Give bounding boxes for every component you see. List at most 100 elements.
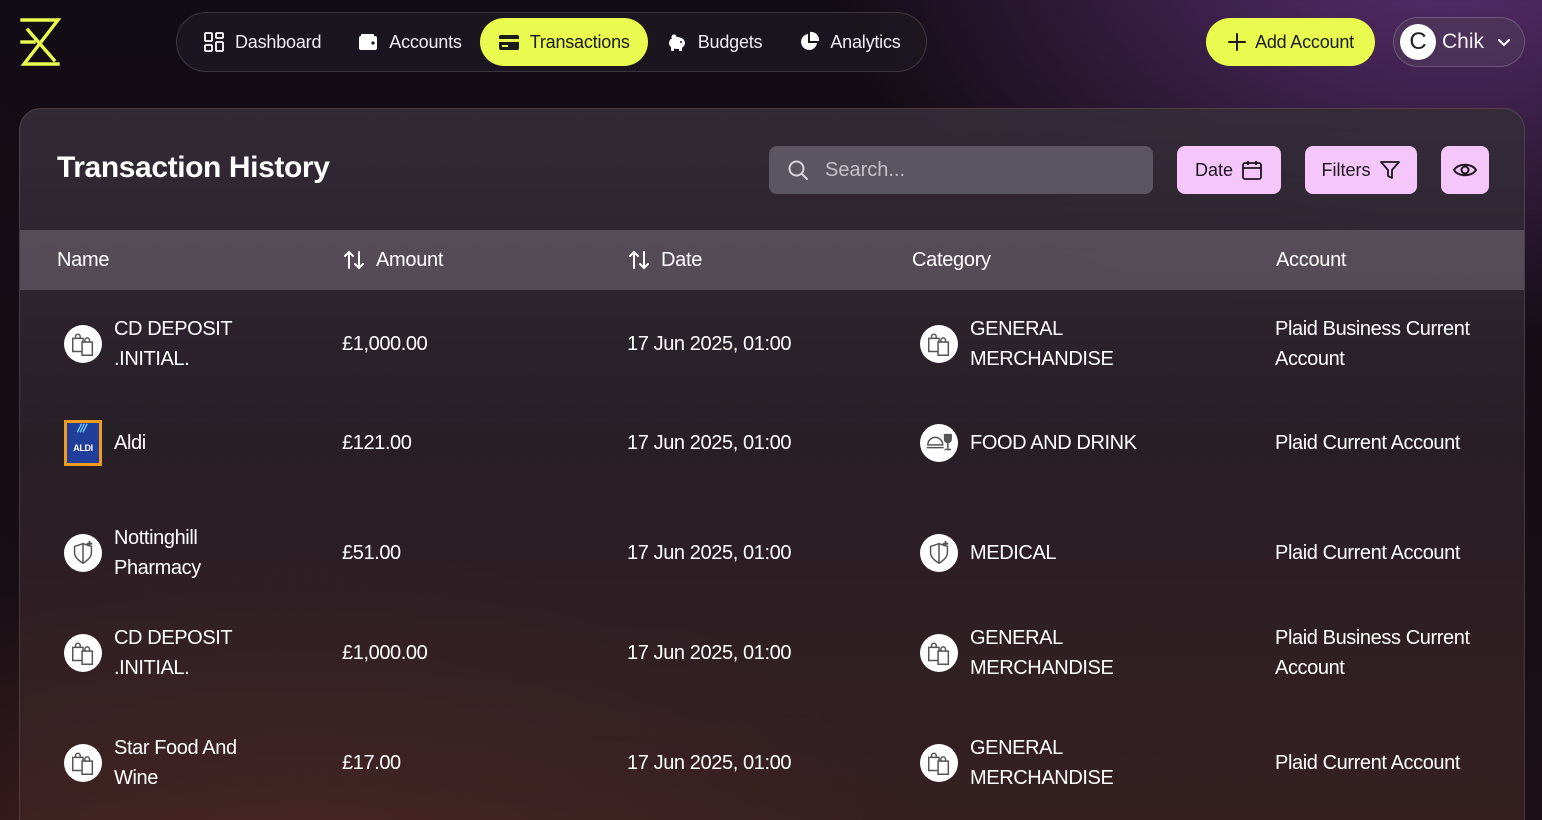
eye-icon — [1452, 163, 1478, 177]
aldi-logo: ALDI — [64, 420, 102, 466]
cell-category: FOOD AND DRINK — [920, 413, 1137, 473]
table-header: Name Amount Date Category Account — [20, 230, 1524, 290]
chevron-down-icon — [1498, 39, 1511, 47]
cell-line: Account — [1275, 657, 1345, 679]
shopping-bags-icon — [64, 744, 102, 782]
cell-name: CD DEPOSIT .INITIAL. — [64, 304, 233, 384]
add-account-button[interactable]: Add Account — [1206, 18, 1375, 66]
cell-date: 17 Jun 2025, 01:00 — [627, 642, 792, 664]
sort-icon — [344, 250, 364, 270]
cell-line: MERCHANDISE — [970, 657, 1114, 679]
cell-line: GENERAL — [970, 318, 1063, 340]
table-row[interactable]: ALDI Aldi £121.00 17 Jun 2025, 01:00 FOOD AN… — [20, 413, 1524, 473]
transaction-history-card: Transaction History Date Filters Name Am… — [19, 108, 1525, 820]
cell-name: Star Food And Wine — [64, 723, 237, 803]
nav-analytics[interactable]: Analytics — [780, 18, 918, 66]
nav-budgets[interactable]: Budgets — [648, 18, 781, 66]
cell-date: 17 Jun 2025, 01:00 — [627, 432, 792, 454]
cell-name: CD DEPOSIT .INITIAL. — [64, 613, 233, 693]
cell-amount: £121.00 — [342, 432, 412, 454]
column-date-label: Date — [661, 248, 703, 271]
sort-icon — [629, 250, 649, 270]
table-row[interactable]: CD DEPOSIT .INITIAL. £1,000.00 17 Jun 2025,… — [20, 304, 1524, 384]
pie-chart-icon — [801, 31, 820, 50]
cell-line: Aldi — [114, 432, 146, 454]
cell-account: Plaid Current Account — [1275, 723, 1460, 803]
medical-icon — [64, 534, 102, 572]
cell-category: GENERAL MERCHANDISE — [920, 723, 1114, 803]
nav-budgets-label: Budgets — [697, 31, 763, 52]
cell-amount: £1,000.00 — [342, 333, 428, 355]
cell-category: GENERAL MERCHANDISE — [920, 304, 1114, 384]
cell-line: MEDICAL — [970, 542, 1057, 564]
filter-icon — [1379, 161, 1400, 179]
shopping-bags-icon — [920, 744, 958, 782]
cell-date: 17 Jun 2025, 01:00 — [627, 333, 792, 355]
cell-account: Plaid Business Current Account — [1275, 613, 1470, 693]
cell-line: MERCHANDISE — [970, 348, 1114, 370]
medical-icon — [920, 534, 958, 572]
dashboard-icon — [204, 32, 224, 52]
nav-analytics-label: Analytics — [830, 31, 901, 52]
cell-line: Plaid Current Account — [1275, 432, 1461, 454]
food-drink-icon — [920, 424, 958, 462]
column-amount-label: Amount — [376, 248, 444, 271]
main-nav: Dashboard Accounts Transactions Budgets … — [176, 12, 927, 72]
cell-line: CD DEPOSIT — [114, 318, 233, 340]
cell-line: MERCHANDISE — [970, 767, 1114, 789]
cell-account: Plaid Current Account — [1275, 513, 1460, 593]
nav-transactions[interactable]: Transactions — [479, 18, 648, 66]
date-button[interactable]: Date — [1177, 146, 1281, 194]
user-name: Chik — [1442, 30, 1485, 53]
nav-transactions-label: Transactions — [529, 31, 630, 52]
app-logo[interactable] — [18, 16, 62, 68]
table-row[interactable]: Star Food And Wine £17.00 17 Jun 2025, 01:0… — [20, 723, 1524, 803]
cell-date: 17 Jun 2025, 01:00 — [627, 542, 792, 564]
cell-line: Plaid Business Current — [1275, 318, 1470, 340]
cell-amount: £17.00 — [342, 752, 401, 774]
shopping-bags-icon — [64, 325, 102, 363]
add-account-label: Add Account — [1255, 31, 1354, 52]
shopping-bags-icon — [64, 634, 102, 672]
column-name[interactable]: Name — [57, 230, 109, 290]
nav-accounts[interactable]: Accounts — [339, 18, 479, 66]
filters-button[interactable]: Filters — [1305, 146, 1417, 194]
cell-line: Account — [1275, 348, 1345, 370]
cell-account: Plaid Business Current Account — [1275, 304, 1470, 384]
cell-line: Pharmacy — [114, 557, 201, 579]
column-category[interactable]: Category — [912, 230, 991, 290]
cell-line: Star Food And — [114, 737, 237, 759]
cell-line: Plaid Current Account — [1275, 752, 1461, 774]
page-title: Transaction History — [57, 151, 330, 184]
cell-category: GENERAL MERCHANDISE — [920, 613, 1114, 693]
cell-date: 17 Jun 2025, 01:00 — [627, 752, 792, 774]
visibility-toggle-button[interactable] — [1441, 146, 1489, 194]
nav-dashboard[interactable]: Dashboard — [185, 18, 339, 66]
cell-account: Plaid Current Account — [1275, 413, 1460, 473]
cell-amount: £1,000.00 — [342, 642, 428, 664]
shopping-bags-icon — [920, 634, 958, 672]
plus-icon — [1228, 33, 1247, 51]
cell-line: CD DEPOSIT — [114, 627, 233, 649]
column-amount[interactable]: Amount — [342, 230, 443, 290]
cell-line: .INITIAL. — [114, 348, 190, 370]
filters-button-label: Filters — [1321, 159, 1371, 180]
search-box[interactable] — [769, 146, 1153, 194]
column-date[interactable]: Date — [627, 230, 702, 290]
nav-accounts-label: Accounts — [389, 31, 462, 52]
avatar: C — [1400, 24, 1436, 60]
wallet-icon — [359, 34, 378, 50]
cell-amount: £51.00 — [342, 542, 401, 564]
cell-line: Plaid Business Current — [1275, 627, 1470, 649]
column-account-label: Account — [1276, 248, 1347, 271]
cell-line: GENERAL — [970, 627, 1063, 649]
user-menu[interactable]: C Chik — [1393, 17, 1525, 67]
column-name-label: Name — [57, 248, 110, 271]
column-account[interactable]: Account — [1276, 230, 1346, 290]
cell-name: Nottinghill Pharmacy — [64, 513, 201, 593]
table-row[interactable]: CD DEPOSIT .INITIAL. £1,000.00 17 Jun 2025,… — [20, 613, 1524, 693]
cell-line: .INITIAL. — [114, 657, 190, 679]
cell-line: Plaid Current Account — [1275, 542, 1461, 564]
table-row[interactable]: Nottinghill Pharmacy £51.00 17 Jun 2025, 01… — [20, 513, 1524, 593]
search-input[interactable] — [825, 158, 1125, 182]
